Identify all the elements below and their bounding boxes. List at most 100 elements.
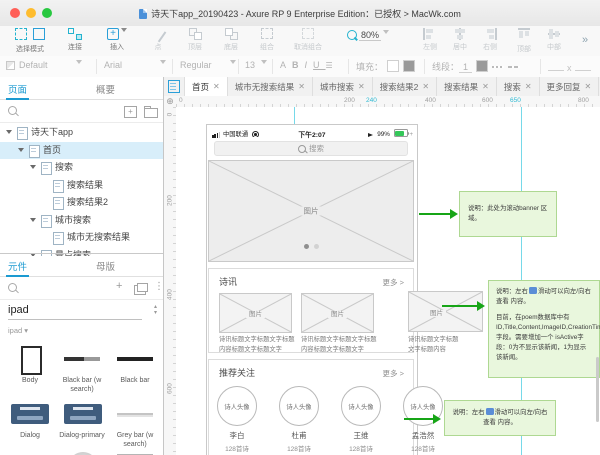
bold-button[interactable]: B xyxy=(292,60,305,70)
search-icon[interactable] xyxy=(8,283,17,292)
font-family-dropdown[interactable]: Arial xyxy=(104,60,166,70)
news-more-link[interactable]: 更多 > xyxy=(383,277,404,288)
tab-masters[interactable]: 母版 xyxy=(96,259,115,273)
arrow-style-icon[interactable] xyxy=(508,66,520,68)
widget-section-label[interactable]: ipad ▾ xyxy=(0,326,163,338)
doc-tab[interactable]: 首页✕ xyxy=(185,77,228,96)
close-icon[interactable]: ✕ xyxy=(358,82,365,91)
follow-note[interactable]: 说明：左右滑动可以向左/向右查看 内容。 xyxy=(444,400,556,436)
font-size-dropdown[interactable]: 13 xyxy=(245,60,267,70)
annotation-arrow[interactable] xyxy=(442,305,478,307)
zoom-value[interactable]: 80% xyxy=(359,30,381,41)
tree-item-city-no-result[interactable]: 城市无搜索结果 xyxy=(0,229,163,246)
zoom-control[interactable]: 80% xyxy=(342,28,394,40)
add-page-icon[interactable]: + xyxy=(124,106,137,118)
search-icon[interactable] xyxy=(8,106,17,115)
guide-line[interactable] xyxy=(294,107,295,124)
widget-thumb-black-bar[interactable] xyxy=(117,357,153,361)
doc-tab[interactable]: 搜索✕ xyxy=(497,77,540,96)
style-preset-dropdown[interactable]: Default xyxy=(6,60,82,70)
align-top-button[interactable]: 顶部 xyxy=(512,28,536,54)
doc-tab[interactable]: 城市搜索✕ xyxy=(313,77,373,96)
line-color-swatch[interactable] xyxy=(476,60,488,72)
tree-item-city-search[interactable]: 城市搜索 xyxy=(0,212,163,229)
insert-button[interactable]: + 插入 xyxy=(102,28,132,52)
page-list-icon[interactable] xyxy=(164,77,185,96)
stepper-icon[interactable]: ▴▾ xyxy=(154,304,157,316)
list-button[interactable]: ☰ xyxy=(326,61,339,70)
height-field[interactable] xyxy=(575,60,591,71)
doc-tab[interactable]: 更多回复✕ xyxy=(540,77,600,96)
ungroup-button[interactable]: 取消组合 xyxy=(288,28,328,52)
align-right-button[interactable]: 右侧 xyxy=(478,28,502,52)
close-icon[interactable]: ✕ xyxy=(298,82,305,91)
phone-frame-widget[interactable]: 中国联通 下午2:07 99% + 搜索 xyxy=(206,124,418,455)
send-to-back-button[interactable]: 底层 xyxy=(218,28,244,52)
canvas-content[interactable]: 中国联通 下午2:07 99% + 搜索 xyxy=(176,107,600,455)
connect-button[interactable]: 连接 xyxy=(62,28,88,52)
widget-thumb-body[interactable] xyxy=(21,346,42,375)
tree-item-search[interactable]: 搜索 xyxy=(0,159,163,176)
news-note[interactable]: 说明：左右滑动可以向左/向右查看 内容。 目前，在poem数据库中有ID,Tit… xyxy=(488,280,600,378)
align-center-button[interactable]: 居中 xyxy=(448,28,472,52)
collapse-arrow-icon[interactable] xyxy=(30,165,36,169)
close-icon[interactable]: ✕ xyxy=(213,82,220,91)
font-color-button[interactable]: A xyxy=(280,60,292,70)
underline-button[interactable]: U xyxy=(313,60,326,70)
collapse-arrow-icon[interactable] xyxy=(6,130,12,134)
canvas-scrollbar[interactable] xyxy=(596,357,599,422)
line-style-icon[interactable] xyxy=(492,66,504,68)
select-mode-button[interactable]: 选择模式 xyxy=(6,28,54,54)
poet-avatar[interactable]: 诗人头像 xyxy=(341,386,381,426)
align-middle-button[interactable]: 中部 xyxy=(542,28,566,52)
close-icon[interactable]: ✕ xyxy=(422,82,429,91)
widget-thumb-grey-bar-search[interactable] xyxy=(117,413,153,415)
close-icon[interactable]: ✕ xyxy=(482,82,489,91)
doc-tab[interactable]: 搜索结果2✕ xyxy=(373,77,437,96)
news-image-placeholder[interactable]: 图片 xyxy=(219,293,292,333)
tab-pages[interactable]: 页面 xyxy=(8,82,27,96)
folder-icon[interactable] xyxy=(144,108,158,118)
library-stack-icon[interactable] xyxy=(134,285,146,295)
doc-tab[interactable]: 城市无搜索结果✕ xyxy=(228,77,313,96)
phone-search-bar[interactable]: 搜索 xyxy=(214,141,408,156)
news-section-card[interactable]: 诗讯 更多 > 图片 图片 诗讯标题文字标题文字标题内容标题文字标题文字 诗讯标… xyxy=(208,268,414,353)
poet-avatar[interactable]: 诗人头像 xyxy=(279,386,319,426)
follow-more-link[interactable]: 更多 > xyxy=(383,368,404,379)
close-icon[interactable]: ✕ xyxy=(525,82,532,91)
line-weight-field[interactable]: 1 xyxy=(459,62,472,73)
banner-image-placeholder[interactable]: 图片 xyxy=(208,160,414,262)
group-button[interactable]: 组合 xyxy=(254,28,280,52)
fill-none-swatch[interactable] xyxy=(387,60,399,72)
italic-button[interactable]: I xyxy=(305,60,314,70)
close-icon[interactable]: ✕ xyxy=(585,82,592,91)
point-tool-button[interactable]: 点 xyxy=(148,28,168,52)
poet-avatar[interactable]: 诗人头像 xyxy=(217,386,257,426)
widget-filter-input[interactable] xyxy=(8,304,142,320)
annotation-arrow[interactable] xyxy=(404,418,434,420)
tree-item-search-result2[interactable]: 搜索结果2 xyxy=(0,194,163,211)
add-widget-icon[interactable]: + xyxy=(116,281,122,291)
toolbar-overflow-button[interactable]: » xyxy=(576,34,594,46)
follow-section-card[interactable]: 推荐关注 更多 > 诗人头像 诗人头像 诗人头像 诗人头像 李白 杜甫 王维 孟… xyxy=(208,359,414,455)
tree-item-search-result[interactable]: 搜索结果 xyxy=(0,177,163,194)
news-image-placeholder[interactable]: 图片 xyxy=(301,293,374,333)
news-image-placeholder-overflow[interactable]: 图片 xyxy=(408,291,483,332)
align-left-button[interactable]: 左侧 xyxy=(418,28,442,52)
tab-outline[interactable]: 概要 xyxy=(96,82,115,96)
collapse-arrow-icon[interactable] xyxy=(30,218,36,222)
doc-tab[interactable]: 搜索结果✕ xyxy=(437,77,497,96)
banner-note[interactable]: 说明：此处为滚动banner 区域。 xyxy=(459,191,557,237)
tree-item-root[interactable]: 诗天下app xyxy=(0,124,163,141)
widget-thumb-dialog-primary[interactable] xyxy=(64,404,102,424)
tree-item-home[interactable]: 首页 xyxy=(0,142,163,159)
widget-thumb-black-bar-search[interactable] xyxy=(64,357,100,361)
width-field[interactable] xyxy=(548,60,564,71)
fill-color-swatch[interactable] xyxy=(403,60,415,72)
annotation-arrow[interactable] xyxy=(419,213,451,215)
widget-thumb-dialog[interactable] xyxy=(11,404,49,424)
font-weight-dropdown[interactable]: Regular xyxy=(180,60,236,70)
tab-widgets[interactable]: 元件 xyxy=(8,259,27,273)
bring-to-front-button[interactable]: 顶层 xyxy=(182,28,208,52)
collapse-arrow-icon[interactable] xyxy=(18,148,24,152)
